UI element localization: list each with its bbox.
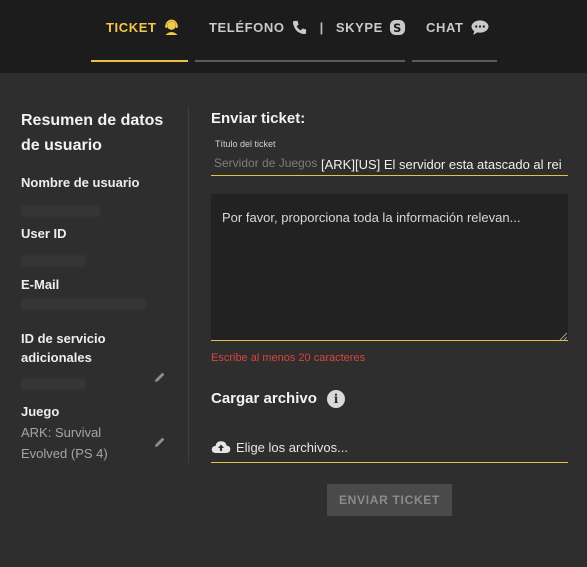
tab-chat[interactable]: CHAT (412, 0, 497, 62)
service-id-label: ID de servicio adicionales (21, 331, 106, 365)
phone-icon (292, 20, 306, 34)
form-title: Enviar ticket: (211, 110, 306, 127)
service-id-value-redacted (21, 378, 86, 390)
contact-tabbar: TICKET TELÉFONO | SKYPE S CHAT (0, 0, 587, 73)
subject-input[interactable] (321, 154, 568, 174)
sidebar-title: Resumen de datos de usuario (21, 112, 164, 154)
skype-icon: S (389, 19, 405, 35)
email-value-redacted (21, 298, 146, 310)
subject-field: Servidor de Juegos (211, 153, 568, 176)
tab-ticket[interactable]: TICKET (91, 0, 188, 62)
user-id-value-redacted (21, 255, 86, 267)
tab-skype-label: SKYPE (335, 19, 383, 35)
tab-ticket-underline (91, 60, 188, 62)
email-label: E-Mail (21, 277, 60, 292)
username-label: Nombre de usuario (21, 175, 140, 190)
tab-phone-label: TELÉFONO (209, 19, 285, 35)
info-icon[interactable]: i (327, 390, 345, 408)
tab-chat-underline (412, 60, 497, 62)
message-placeholder: Por favor, proporciona toda la informaci… (222, 210, 521, 225)
submit-ticket-button[interactable]: ENVIAR TICKET (327, 484, 452, 516)
svg-text:S: S (393, 20, 402, 34)
validation-error: Escribe al menos 20 caracteres (211, 352, 366, 364)
subject-prefix: Servidor de Juegos (214, 156, 318, 170)
subject-label: Título del ticket (215, 139, 276, 149)
resize-handle-icon[interactable] (559, 332, 567, 340)
cloud-upload-icon (211, 441, 231, 453)
support-agent-icon (164, 19, 178, 35)
tab-chat-label: CHAT (426, 19, 464, 35)
edit-game-icon[interactable] (154, 436, 166, 448)
tab-separator: | (319, 19, 324, 35)
file-picker[interactable]: Elige los archivos... (211, 437, 568, 463)
file-picker-label: Elige los archivos... (236, 440, 348, 455)
chat-bubble-icon (471, 19, 489, 35)
edit-service-id-icon[interactable] (154, 371, 166, 383)
panel-divider (188, 106, 189, 463)
user-id-label: User ID (21, 226, 67, 241)
upload-title: Cargar archivo (211, 390, 317, 407)
tab-phone-skype-underline (195, 60, 405, 62)
game-value: ARK: Survival Evolved (PS 4) (21, 425, 108, 461)
game-label: Juego (21, 404, 60, 419)
tab-phone-skype[interactable]: TELÉFONO | SKYPE S (195, 0, 405, 62)
tab-ticket-label: TICKET (106, 19, 157, 35)
username-value-redacted (21, 205, 101, 217)
